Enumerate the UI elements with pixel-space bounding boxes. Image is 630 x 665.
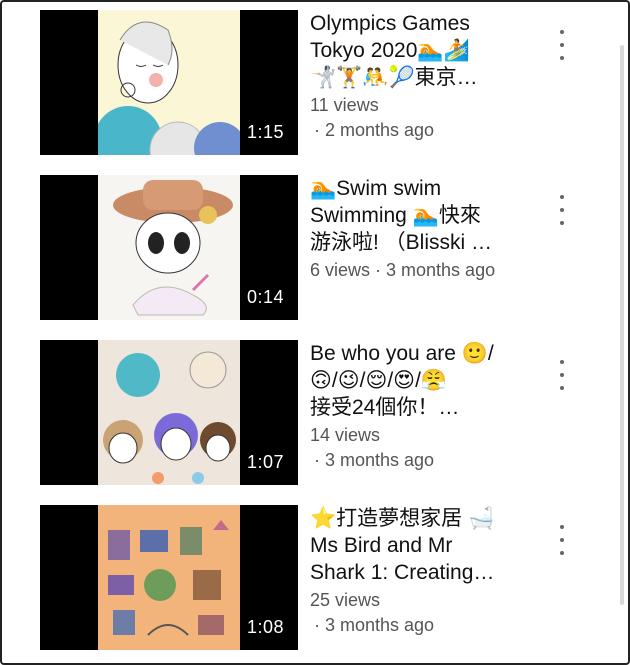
video-thumbnail[interactable]: 1:15 [40, 10, 298, 155]
video-title[interactable]: 🏊Swim swim Swimming 🏊快來 游泳啦! （Blisski … [310, 175, 540, 256]
thumbnail-art [98, 10, 240, 155]
more-vert-icon[interactable] [554, 360, 570, 390]
title-line: Shark 1: Creating… [310, 561, 495, 584]
video-thumbnail[interactable]: 1:08 [40, 505, 298, 650]
more-vert-icon[interactable] [554, 30, 570, 60]
video-info[interactable]: 🏊Swim swim Swimming 🏊快來 游泳啦! （Blisski … … [310, 175, 540, 283]
video-item[interactable]: 1:08 ⭐打造夢想家居 🛁 Ms Bird and Mr Shark 1: C… [40, 505, 620, 650]
video-title[interactable]: Olympics Games Tokyo 2020🏊🏄 🤺🏋🤼🎾東京… [310, 10, 540, 91]
view-count: 14 views [310, 425, 381, 445]
upload-time: · 3 months ago [314, 615, 435, 635]
title-line: 🤺🏋🤼🎾東京… [310, 66, 478, 89]
title-line: Be who you are 🙂/ [310, 342, 494, 365]
more-vert-icon[interactable] [554, 195, 570, 225]
video-info[interactable]: Olympics Games Tokyo 2020🏊🏄 🤺🏋🤼🎾東京… 11 v… [310, 10, 540, 143]
view-count: 11 views [310, 95, 379, 115]
video-info[interactable]: Be who you are 🙂/ 🙃/😉/😌/😍/😤 接受24個你！… 14 … [310, 340, 540, 473]
video-item[interactable]: 0:14 🏊Swim swim Swimming 🏊快來 游泳啦! （Bliss… [40, 175, 620, 320]
title-line: Olympics Games [310, 12, 470, 35]
video-thumbnail[interactable]: 1:07 [40, 340, 298, 485]
thumbnail-art [98, 505, 240, 650]
title-line: 🏊Swim swim [310, 177, 442, 200]
video-meta: 25 views · 3 months ago [310, 588, 540, 638]
title-line: 接受24個你！… [310, 396, 460, 419]
video-info[interactable]: ⭐打造夢想家居 🛁 Ms Bird and Mr Shark 1: Creati… [310, 505, 540, 638]
thumbnail-art [98, 175, 240, 320]
video-duration: 1:15 [246, 122, 284, 142]
video-item[interactable]: 1:07 Be who you are 🙂/ 🙃/😉/😌/😍/😤 接受24個你！… [40, 340, 620, 485]
title-line: Ms Bird and Mr [310, 534, 453, 557]
video-meta: 11 views · 2 months ago [310, 93, 540, 143]
upload-time: · 2 months ago [314, 120, 435, 140]
view-count: 6 views · 3 months ago [310, 260, 496, 280]
video-thumbnail[interactable]: 0:14 [40, 175, 298, 320]
title-line: 🙃/😉/😌/😍/😤 [310, 369, 448, 392]
thumbnail-art [98, 340, 240, 485]
title-line: Swimming 🏊快來 [310, 204, 481, 227]
video-meta: 14 views · 3 months ago [310, 423, 540, 473]
video-title[interactable]: ⭐打造夢想家居 🛁 Ms Bird and Mr Shark 1: Creati… [310, 505, 540, 586]
video-meta: 6 views · 3 months ago [310, 258, 540, 283]
scrollbar[interactable] [620, 45, 624, 605]
title-line: 游泳啦! （Blisski … [310, 231, 493, 254]
more-vert-icon[interactable] [554, 525, 570, 555]
video-title[interactable]: Be who you are 🙂/ 🙃/😉/😌/😍/😤 接受24個你！… [310, 340, 540, 421]
title-line: Tokyo 2020🏊🏄 [310, 39, 470, 62]
title-line: ⭐打造夢想家居 🛁 [310, 507, 495, 530]
video-duration: 0:14 [246, 287, 284, 307]
upload-time: · 3 months ago [314, 450, 435, 470]
video-item[interactable]: 1:15 Olympics Games Tokyo 2020🏊🏄 🤺🏋🤼🎾東京…… [40, 10, 620, 155]
video-duration: 1:08 [246, 617, 284, 637]
view-count: 25 views [310, 590, 381, 610]
video-duration: 1:07 [246, 452, 284, 472]
